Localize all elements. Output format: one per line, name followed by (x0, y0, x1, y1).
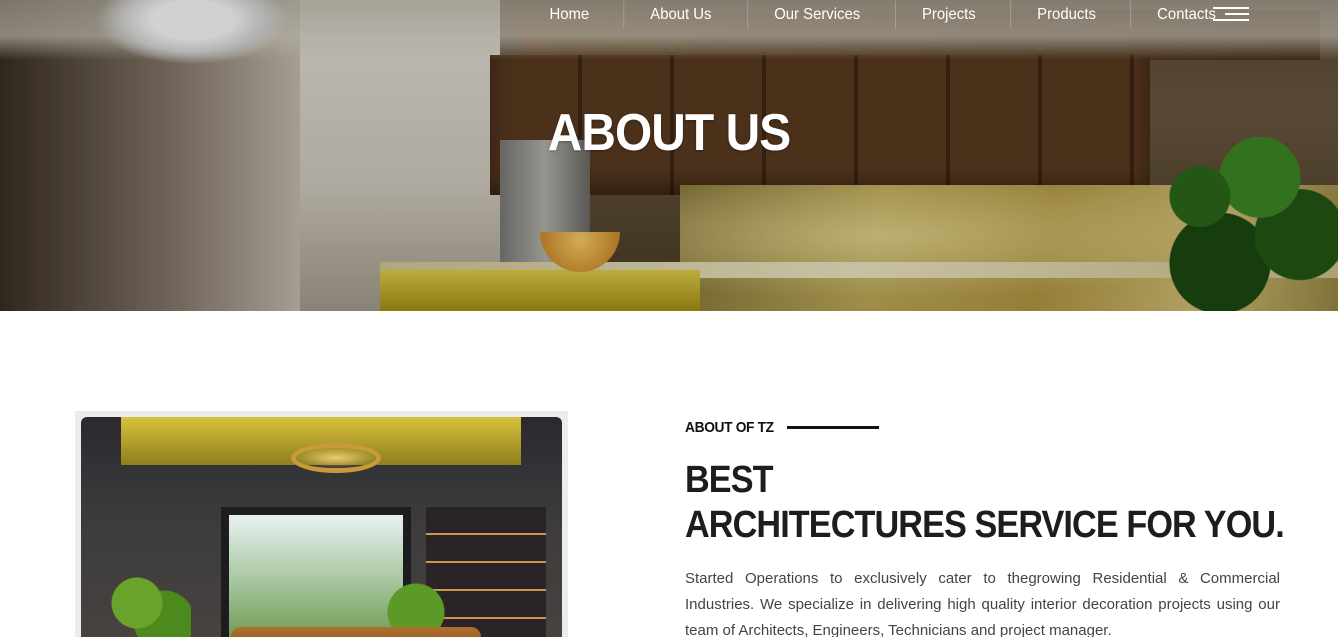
about-image-sofa (231, 627, 481, 637)
kicker-label: ABOUT OF TZ (685, 419, 774, 436)
about-paragraph: Started Operations to exclusively cater … (685, 570, 1280, 637)
kicker-divider (787, 426, 880, 429)
about-image (81, 417, 562, 637)
nav-item-projects[interactable]: Projects (894, 1, 1002, 29)
heading-line-1: BEST (685, 459, 774, 501)
about-image-frame (75, 411, 568, 637)
hero-banner: ABOUT US (0, 0, 1338, 311)
nav-item-home[interactable]: Home (523, 1, 615, 29)
section-heading: BEST ARCHITECTURES SERVICE FOR YOU. (685, 458, 1305, 548)
section-kicker: ABOUT OF TZ (685, 419, 880, 436)
heading-line-2: ARCHITECTURES SERVICE FOR YOU. (685, 504, 1285, 546)
main-nav: Home About Us Our Services Projects Prod… (520, 0, 1246, 30)
hamburger-line (1213, 7, 1249, 9)
nav-item-about-us[interactable]: About Us (622, 1, 737, 29)
hamburger-icon[interactable] (1213, 7, 1249, 21)
nav-item-products[interactable]: Products (1009, 1, 1122, 29)
page-title: ABOUT US (547, 104, 791, 162)
nav-item-our-services[interactable]: Our Services (746, 1, 886, 29)
about-image-plant (101, 567, 191, 637)
hamburger-line (1225, 13, 1249, 15)
about-image-chandelier (291, 443, 381, 473)
hamburger-line (1213, 19, 1249, 21)
